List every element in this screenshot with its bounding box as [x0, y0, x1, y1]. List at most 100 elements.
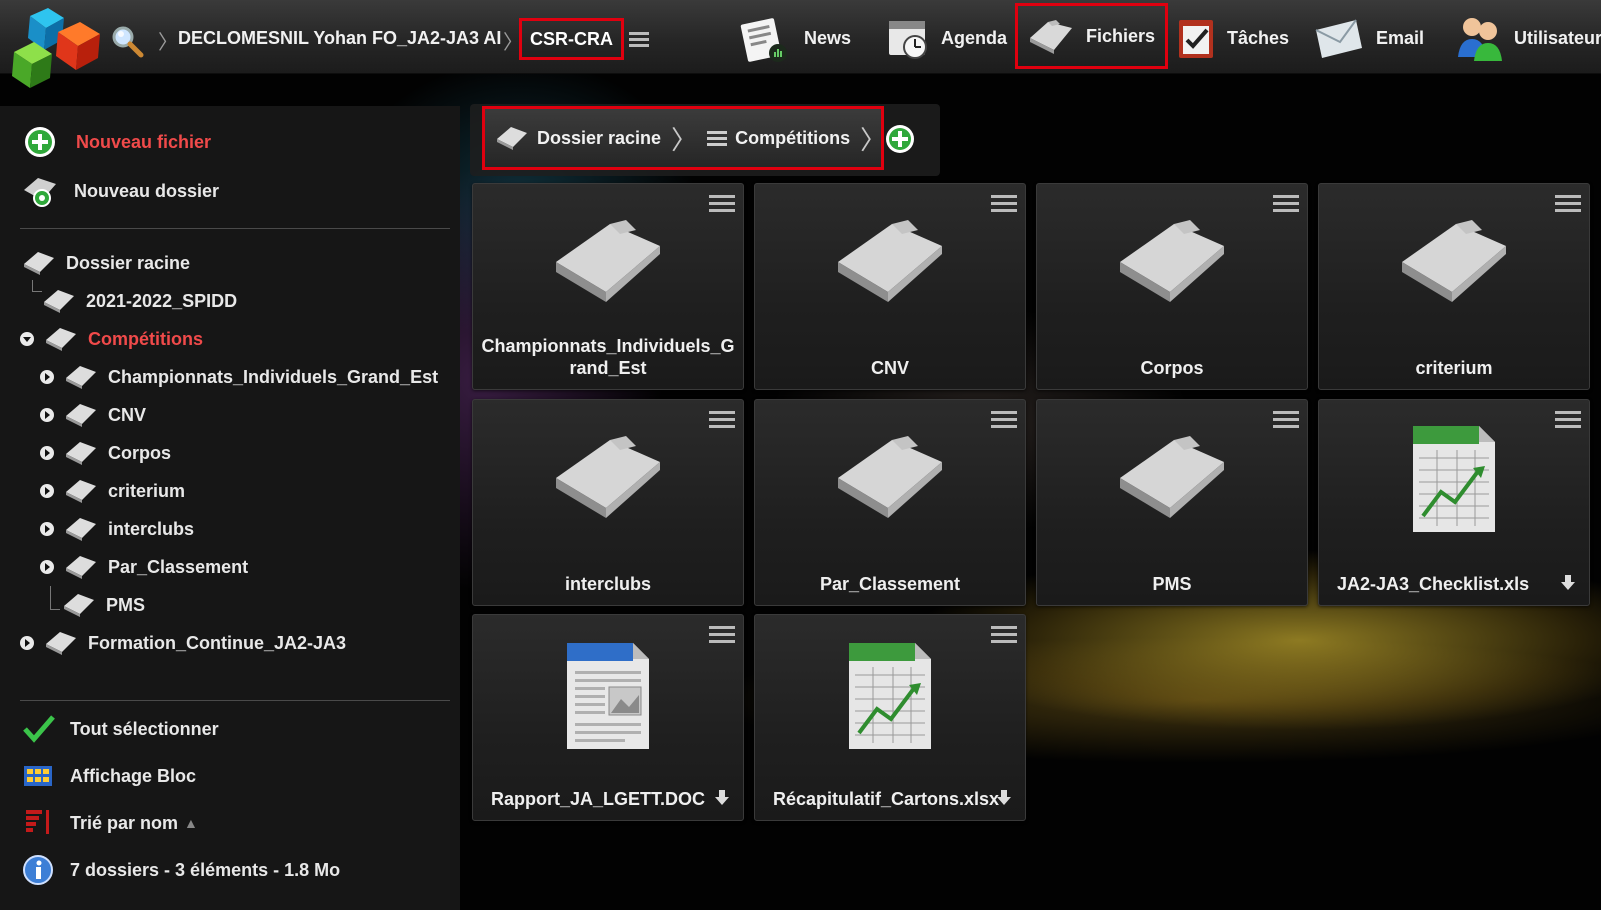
expand-icon[interactable]	[40, 484, 54, 498]
tree-item-formation[interactable]: Formation_Continue_JA2-JA3	[20, 630, 346, 656]
tree-item-competitions[interactable]: Compétitions	[20, 326, 203, 352]
current-user[interactable]: DECLOMESNIL Yohan FO_JA2-JA3 AI	[178, 28, 501, 49]
tile-menu-icon[interactable]	[709, 194, 735, 214]
tree-root[interactable]: Dossier racine	[22, 250, 190, 276]
divider	[20, 228, 450, 229]
separator: 〉	[158, 30, 178, 54]
nav-email[interactable]: Email	[1312, 10, 1424, 66]
users-icon	[1458, 18, 1502, 61]
expand-icon[interactable]	[40, 560, 54, 574]
email-icon	[1315, 19, 1362, 58]
word-file-icon	[567, 643, 649, 749]
grid-view-icon	[24, 766, 52, 786]
nav-email-label: Email	[1376, 27, 1425, 48]
app-logo[interactable]	[10, 8, 102, 96]
select-all-button[interactable]: Tout sélectionner	[22, 714, 219, 744]
folder-icon	[66, 518, 96, 541]
tile-menu-icon[interactable]	[1273, 410, 1299, 430]
download-icon[interactable]	[715, 790, 729, 806]
tree-item-criterium[interactable]: criterium	[40, 478, 185, 504]
tile-menu-icon[interactable]	[1555, 194, 1581, 214]
expand-icon[interactable]	[40, 370, 54, 384]
nav-tasks-label: Tâches	[1227, 27, 1290, 48]
nav-agenda[interactable]: Agenda	[887, 10, 1007, 66]
sort-button[interactable]: Trié par nom ▲	[22, 808, 198, 838]
folder-tile[interactable]: Corpos	[1036, 183, 1308, 390]
tree-connector	[50, 586, 60, 610]
download-icon[interactable]	[1561, 575, 1575, 591]
sidebar: Nouveau fichier Nouveau dossier Dossier …	[0, 106, 460, 910]
list-icon	[707, 131, 728, 146]
tile-label: Récapitulatif_Cartons.xlsx	[773, 789, 1000, 809]
tile-menu-icon[interactable]	[991, 625, 1017, 645]
new-folder-button[interactable]: Nouveau dossier	[22, 174, 219, 208]
tree-item-label: Formation_Continue_JA2-JA3	[88, 632, 347, 653]
tile-menu-icon[interactable]	[1555, 410, 1581, 430]
sort-arrow-icon: ▲	[184, 815, 198, 831]
breadcrumb-separator: 〉	[860, 125, 887, 156]
expand-icon[interactable]	[40, 446, 54, 460]
nav-news-label: News	[804, 27, 852, 48]
tree-root-label: Dossier racine	[66, 252, 191, 273]
nav-users-label: Utilisateur	[1514, 27, 1601, 48]
tree-item-par-classement[interactable]: Par_Classement	[40, 554, 248, 580]
file-tile[interactable]: Rapport_JA_LGETT.DOC	[472, 614, 744, 821]
tree-item-championnats[interactable]: Championnats_Individuels_Grand_Est	[40, 364, 438, 390]
search-icon[interactable]	[110, 24, 144, 58]
tile-menu-icon[interactable]	[991, 410, 1017, 430]
file-tile[interactable]: JA2-JA3_Checklist.xls	[1318, 399, 1590, 606]
tile-label: Championnats_Individuels_Grand_Est	[481, 336, 735, 378]
hamburger-menu-icon[interactable]	[629, 30, 649, 48]
breadcrumb-root[interactable]: Dossier racine	[495, 125, 661, 151]
file-tile[interactable]: Récapitulatif_Cartons.xlsx	[754, 614, 1026, 821]
nav-news[interactable]: News	[740, 10, 851, 66]
folder-tile[interactable]: Par_Classement	[754, 399, 1026, 606]
summary-text: 7 dossiers - 3 éléments - 1.8 Mo	[70, 859, 341, 880]
organization-selector[interactable]: CSR-CRA	[519, 18, 624, 60]
add-subfolder-icon[interactable]	[885, 124, 915, 154]
tree-item-corpos[interactable]: Corpos	[40, 440, 171, 466]
tile-label: PMS	[1152, 574, 1192, 594]
tree-item-spidd[interactable]: 2021-2022_SPIDD	[42, 288, 237, 314]
folder-tile[interactable]: CNV	[754, 183, 1026, 390]
tile-label: Rapport_JA_LGETT.DOC	[491, 789, 706, 809]
folder-icon	[46, 328, 76, 351]
breadcrumb: Dossier racine 〉 Compétitions 〉	[482, 106, 887, 170]
breadcrumb-current-label: Compétitions	[735, 127, 851, 148]
nav-users[interactable]: Utilisateur	[1454, 10, 1601, 66]
folder-icon	[838, 436, 942, 518]
breadcrumb-current[interactable]: Compétitions	[707, 128, 850, 149]
nav-files-label: Fichiers	[1086, 25, 1156, 46]
tile-label: Par_Classement	[819, 574, 961, 594]
download-icon[interactable]	[997, 790, 1011, 806]
divider	[20, 700, 450, 701]
tree-item-interclubs[interactable]: interclubs	[40, 516, 194, 542]
nav-tasks[interactable]: Tâches	[1175, 10, 1289, 66]
tree-item-cnv[interactable]: CNV	[40, 402, 146, 428]
tree-item-label: PMS	[106, 594, 146, 615]
tree-item-pms[interactable]: PMS	[62, 592, 145, 618]
tile-menu-icon[interactable]	[709, 625, 735, 645]
folder-tile[interactable]: Championnats_Individuels_Grand_Est	[472, 183, 744, 390]
folder-tile[interactable]: criterium	[1318, 183, 1590, 390]
tile-menu-icon[interactable]	[1273, 194, 1299, 214]
tile-label: CNV	[870, 358, 909, 378]
tree-item-label: Par_Classement	[108, 556, 249, 577]
folder-tile[interactable]: interclubs	[472, 399, 744, 606]
expand-icon[interactable]	[20, 636, 34, 650]
tile-menu-icon[interactable]	[709, 410, 735, 430]
new-file-button[interactable]: Nouveau fichier	[24, 126, 211, 158]
tile-menu-icon[interactable]	[991, 194, 1017, 214]
display-mode-button[interactable]: Affichage Bloc	[22, 762, 196, 790]
folder-icon	[1402, 220, 1506, 302]
expand-icon[interactable]	[40, 408, 54, 422]
expand-icon[interactable]	[40, 522, 54, 536]
nav-files[interactable]: Fichiers	[1015, 3, 1169, 69]
tile-label: JA2-JA3_Checklist.xls	[1337, 574, 1530, 594]
display-mode-label: Affichage Bloc	[70, 765, 197, 786]
tree-item-label: Championnats_Individuels_Grand_Est	[108, 366, 439, 387]
add-circle-icon	[25, 127, 55, 157]
collapse-icon[interactable]	[20, 332, 34, 346]
folder-tile[interactable]: PMS	[1036, 399, 1308, 606]
folder-icon	[556, 436, 660, 518]
